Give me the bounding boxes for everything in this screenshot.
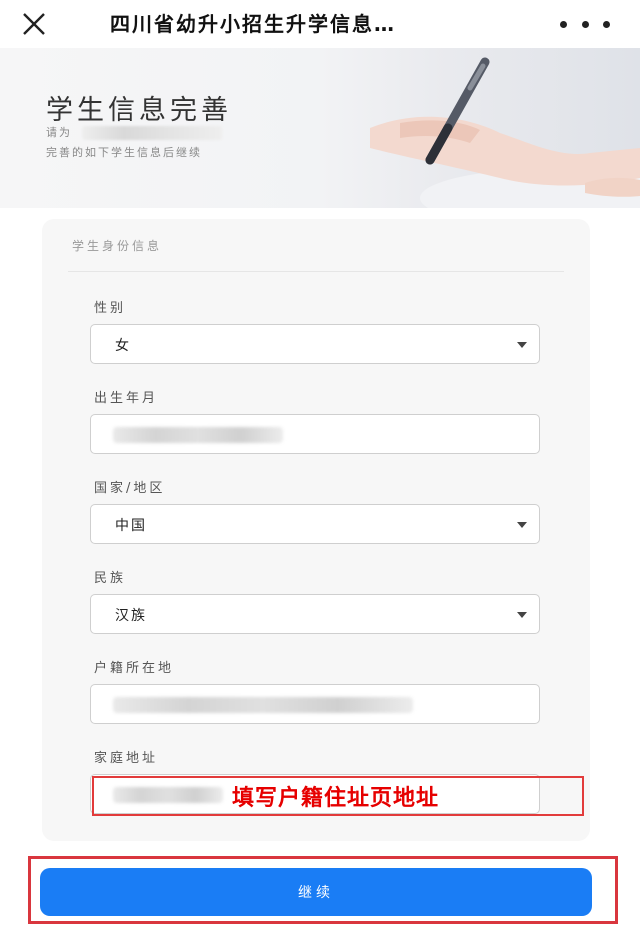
chevron-down-icon <box>517 522 527 528</box>
more-dot <box>581 20 589 28</box>
section-divider <box>68 271 564 272</box>
country-select[interactable]: 中国 <box>90 504 540 544</box>
annotation-text: 填写户籍住址页地址 <box>232 786 440 811</box>
more-button[interactable] <box>560 10 610 38</box>
hand-writing-illustration <box>370 57 640 208</box>
banner-subtitle-line1: 请为 <box>46 124 222 140</box>
section-title: 学生身份信息 <box>72 239 163 253</box>
ethnicity-select[interactable]: 汉族 <box>90 594 540 634</box>
birth-date-input[interactable] <box>90 414 540 454</box>
more-dot <box>560 20 567 28</box>
redacted-birth-date <box>113 427 283 443</box>
chevron-down-icon <box>517 342 527 348</box>
gender-label: 性别 <box>94 301 127 316</box>
redacted-name <box>82 126 222 140</box>
redacted-registration-address <box>113 697 413 713</box>
close-icon <box>23 13 45 35</box>
household-registration-input[interactable] <box>90 684 540 724</box>
household-registration-label: 户籍所在地 <box>94 661 175 676</box>
country-value: 中国 <box>115 518 147 534</box>
close-button[interactable] <box>20 10 54 38</box>
header-banner: 学生信息完善 请为 完善的如下学生信息后继续 <box>0 48 640 208</box>
continue-button[interactable]: 继续 <box>40 868 592 916</box>
ethnicity-value: 汉族 <box>115 608 147 624</box>
birth-date-label: 出生年月 <box>94 391 159 406</box>
chevron-down-icon <box>517 612 527 618</box>
page-header-title: 四川省幼升小招生升学信息… <box>110 12 396 36</box>
gender-value: 女 <box>115 338 131 354</box>
banner-subtitle-line2: 完善的如下学生信息后继续 <box>46 146 202 159</box>
more-dot <box>603 20 610 28</box>
top-bar: 四川省幼升小招生升学信息… <box>0 0 640 48</box>
student-info-card: 学生身份信息 性别 女 出生年月 国家/地区 中国 民族 汉族 户籍所在地 家庭… <box>42 219 590 841</box>
ethnicity-label: 民族 <box>94 571 127 586</box>
gender-select[interactable]: 女 <box>90 324 540 364</box>
banner-subtitle-prefix: 请为 <box>46 126 72 139</box>
page-title: 学生信息完善 <box>46 95 232 126</box>
country-label: 国家/地区 <box>94 481 166 496</box>
home-address-label: 家庭地址 <box>94 751 159 766</box>
